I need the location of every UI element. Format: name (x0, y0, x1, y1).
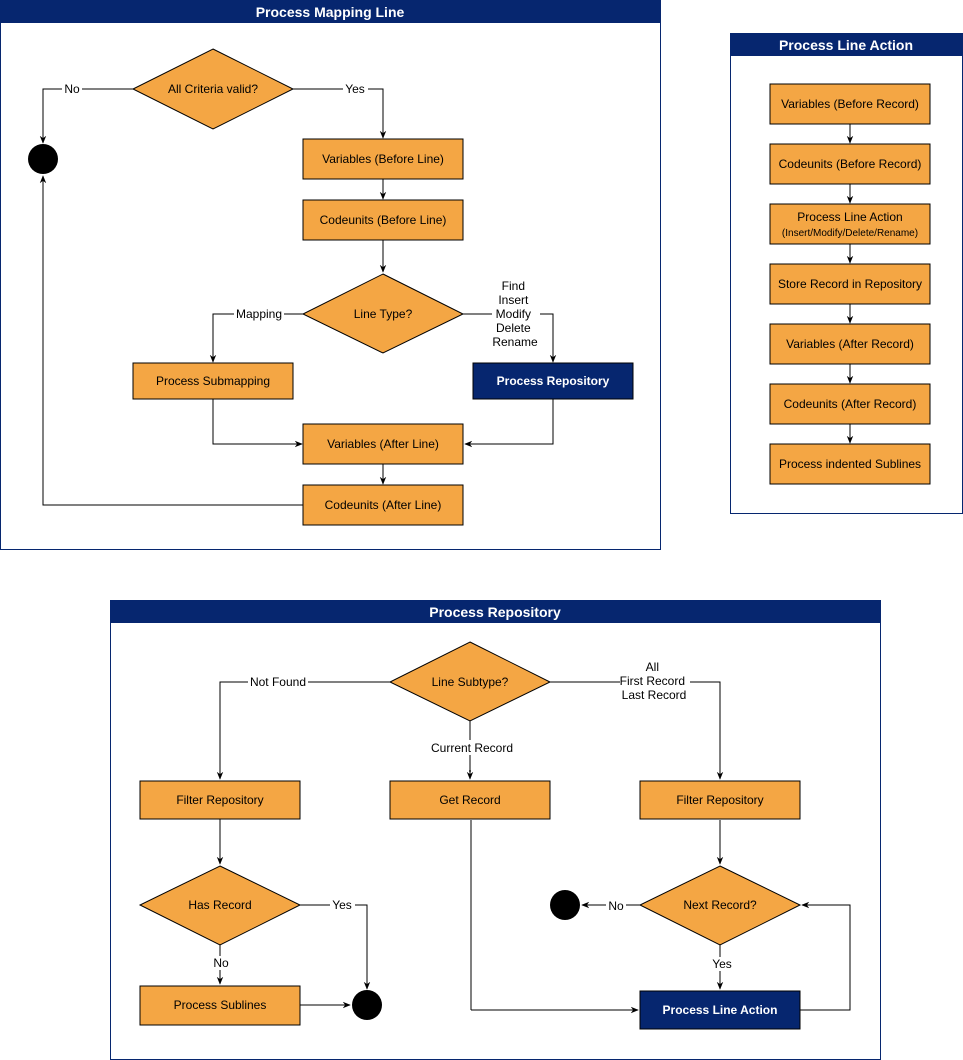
edge-label-mapping: Mapping (236, 307, 282, 321)
decision-label: All Criteria valid? (168, 82, 258, 96)
node-label: Codeunits (After Line) (325, 498, 442, 512)
step-label: Codeunits (After Record) (784, 397, 917, 411)
decision-label: Has Record (188, 898, 251, 912)
pool-process-line-action: Process Line Action Variables (Before Re… (730, 33, 963, 514)
pool-process-mapping-line: Process Mapping Line No Yes Mapping Find… (0, 0, 661, 550)
edge-label-has-yes: Yes (332, 898, 352, 912)
step-label: Variables (Before Record) (781, 97, 919, 111)
node-label: Filter Repository (176, 793, 263, 807)
node-label: Process Line Action (663, 1003, 778, 1017)
edge-label-yes: Yes (345, 82, 365, 96)
node-label: Process Sublines (174, 998, 267, 1012)
edge-label-next-yes: Yes (712, 957, 732, 971)
step-label: Codeunits (Before Record) (779, 157, 922, 171)
node-label: Variables (After Line) (327, 437, 439, 451)
pool-title: Process Mapping Line (256, 4, 405, 20)
edge-label-next-no: No (608, 899, 624, 913)
decision-label: Next Record? (683, 898, 757, 912)
end-terminal (28, 144, 58, 174)
node-label: Codeunits (Before Line) (320, 213, 447, 227)
pool-frame (0, 0, 661, 550)
flowchart-canvas: Process Mapping Line No Yes Mapping Find… (0, 0, 963, 1060)
node-label: Get Record (439, 793, 500, 807)
step-label: Process indented Sublines (779, 457, 921, 471)
step-label: Store Record in Repository (778, 277, 922, 291)
decision-label: Line Subtype? (432, 675, 509, 689)
pool-title: Process Line Action (779, 37, 913, 53)
step-sublabel: (Insert/Modify/Delete/Rename) (782, 228, 918, 239)
edge-label-not-found: Not Found (250, 675, 306, 689)
line-action-steps: Variables (Before Record) Codeunits (Befo… (769, 83, 931, 485)
step-label: Variables (After Record) (786, 337, 914, 351)
step-label: Process Line Action (797, 210, 902, 224)
node-label: Process Repository (497, 374, 610, 388)
node-label: Process Submapping (156, 374, 270, 388)
edge-label-no: No (64, 82, 80, 96)
end-terminal-left (352, 990, 382, 1020)
decision-label: Line Type? (354, 307, 413, 321)
end-terminal-right (550, 890, 580, 920)
edge-label-has-no: No (213, 956, 229, 970)
node-label: Filter Repository (676, 793, 763, 807)
edge-label-current-record: Current Record (431, 741, 513, 755)
pool-title: Process Repository (429, 604, 561, 620)
pool-process-repository: Process Repository Not Found Current Rec… (110, 600, 881, 1060)
node-label: Variables (Before Line) (322, 152, 444, 166)
